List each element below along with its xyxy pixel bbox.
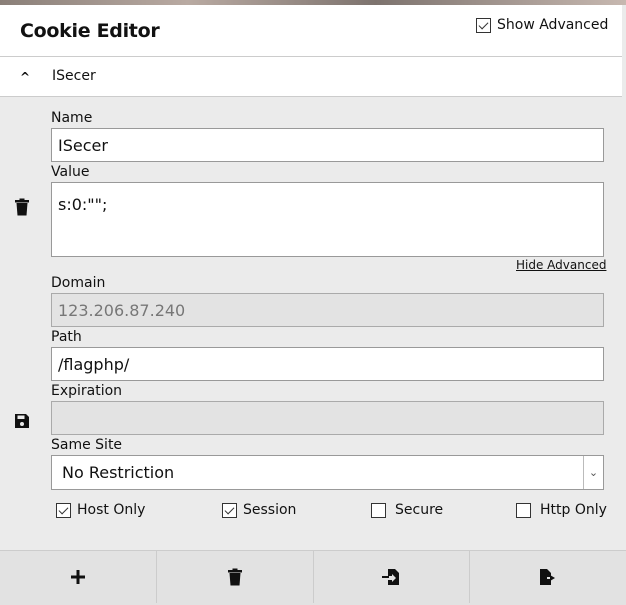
app-title: Cookie Editor — [20, 20, 160, 42]
session-checkbox[interactable] — [222, 502, 237, 518]
save-cookie-icon[interactable] — [14, 413, 30, 433]
host-only-toggle[interactable]: Host Only — [56, 502, 145, 518]
import-button[interactable] — [314, 551, 471, 603]
http-only-toggle[interactable]: Http Only — [516, 502, 607, 518]
path-input[interactable] — [51, 347, 604, 381]
header: Cookie Editor Show Advanced — [0, 5, 622, 57]
cookie-name-header: ISecer — [52, 68, 96, 84]
domain-label: Domain — [51, 275, 106, 291]
http-only-checkbox[interactable] — [516, 502, 531, 518]
samesite-label: Same Site — [51, 437, 123, 453]
session-toggle[interactable]: Session — [222, 502, 296, 518]
expiration-input[interactable] — [51, 401, 604, 435]
secure-toggle[interactable]: Secure — [371, 502, 443, 518]
cookie-row-header[interactable]: ^ ISecer — [0, 57, 622, 97]
domain-input[interactable] — [51, 293, 604, 327]
delete-all-button[interactable] — [157, 551, 314, 603]
export-icon — [540, 569, 556, 585]
http-only-label: Http Only — [540, 502, 607, 518]
value-label: Value — [51, 164, 90, 180]
delete-cookie-icon[interactable] — [14, 198, 30, 220]
plus-icon — [70, 570, 85, 584]
show-advanced-label: Show Advanced — [497, 17, 609, 33]
expiration-label: Expiration — [51, 383, 123, 399]
path-label: Path — [51, 329, 82, 345]
chevron-up-icon[interactable]: ^ — [20, 70, 30, 84]
session-label: Session — [243, 502, 297, 518]
name-label: Name — [51, 110, 93, 126]
samesite-value: No Restriction — [62, 463, 175, 482]
secure-label: Secure — [395, 502, 444, 518]
hide-advanced-link[interactable]: Hide Advanced — [516, 258, 606, 272]
show-advanced-toggle[interactable]: Show Advanced — [476, 17, 608, 33]
add-cookie-button[interactable] — [0, 551, 157, 603]
chevron-down-icon[interactable]: ⌄ — [583, 456, 603, 489]
import-icon — [382, 569, 400, 585]
host-only-checkbox[interactable] — [56, 502, 71, 518]
footer-toolbar — [0, 550, 626, 605]
show-advanced-checkbox[interactable] — [476, 17, 491, 33]
value-input[interactable]: s:0:""; — [51, 182, 604, 257]
samesite-select[interactable]: No Restriction ⌄ — [51, 455, 604, 490]
name-input[interactable] — [51, 128, 604, 162]
export-button[interactable] — [470, 551, 626, 603]
trash-icon — [227, 568, 242, 586]
host-only-label: Host Only — [77, 502, 146, 518]
secure-checkbox[interactable] — [371, 502, 386, 518]
